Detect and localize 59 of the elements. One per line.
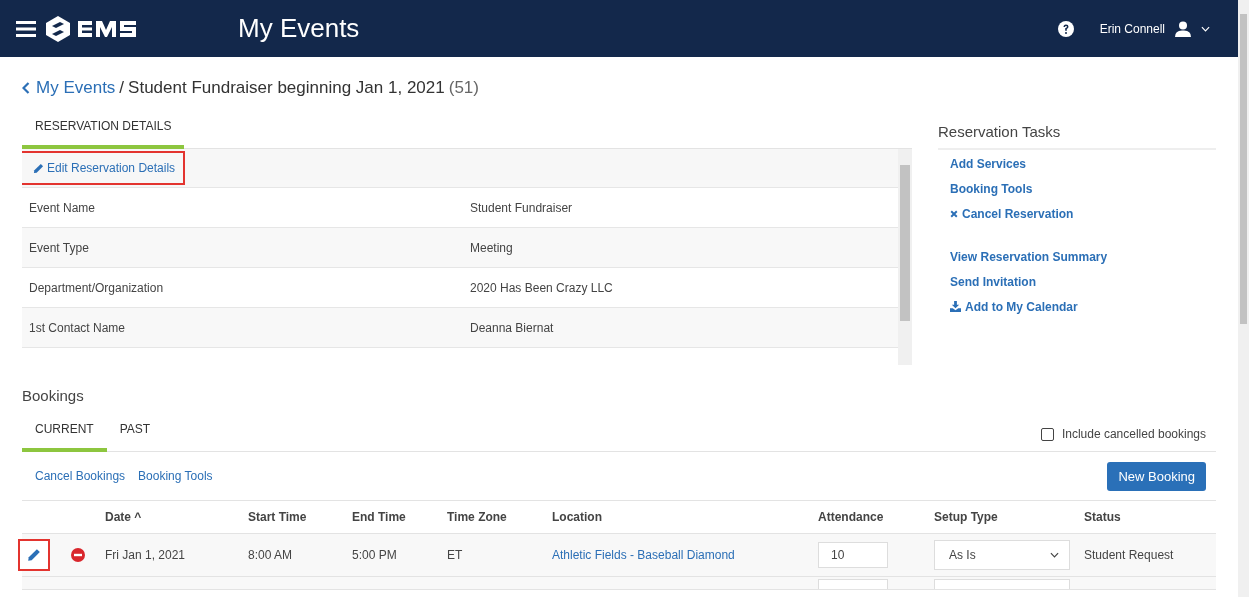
table-cell-text: ET bbox=[447, 548, 464, 562]
new-booking-button[interactable]: New Booking bbox=[1107, 461, 1206, 491]
table-cell-text: 8:00 AM bbox=[248, 548, 294, 562]
pencil-icon[interactable] bbox=[33, 162, 44, 174]
field-value: Student Fundraiser bbox=[470, 200, 573, 215]
page-title: My Events bbox=[238, 13, 360, 44]
chevron-down-icon[interactable] bbox=[1050, 552, 1059, 558]
table-cell-text: Fri Jan 1, 2021 bbox=[105, 548, 187, 562]
pencil-icon[interactable] bbox=[27, 548, 41, 562]
chevron-left-icon[interactable] bbox=[22, 82, 30, 94]
page-scrollbar[interactable] bbox=[1238, 0, 1249, 597]
field-value: Deanna Biernat bbox=[470, 320, 554, 335]
column-header[interactable]: Attendance bbox=[818, 510, 934, 524]
task-link[interactable]: Add to My Calendar bbox=[950, 298, 1204, 315]
help-icon[interactable] bbox=[1057, 20, 1074, 37]
attendance-field[interactable] bbox=[818, 579, 888, 589]
table-cell-text: 5:00 PM bbox=[352, 548, 398, 562]
location-link[interactable]: Athletic Fields - Baseball Diamond bbox=[552, 548, 818, 562]
setup-type-select[interactable]: As Is bbox=[934, 540, 1070, 570]
section-title: Reservation Tasks bbox=[938, 123, 1216, 150]
task-link[interactable]: Add Services bbox=[950, 155, 1204, 172]
column-header[interactable]: Setup Type bbox=[934, 510, 1084, 524]
task-link[interactable]: View Reservation Summary bbox=[950, 248, 1204, 265]
menu-icon[interactable] bbox=[16, 20, 36, 37]
field-label: Department/Organization bbox=[28, 280, 165, 295]
user-name[interactable]: Erin Connell bbox=[1099, 21, 1165, 36]
column-header[interactable]: Time Zone bbox=[447, 510, 552, 524]
download-icon[interactable] bbox=[950, 301, 961, 312]
field-label: Event Name bbox=[28, 200, 97, 215]
task-link[interactable]: Send Invitation bbox=[950, 273, 1204, 290]
close-icon[interactable] bbox=[950, 209, 958, 218]
remove-icon[interactable] bbox=[71, 548, 85, 562]
edit-link[interactable]: Edit Reservation Details bbox=[22, 151, 186, 185]
field-label: 1st Contact Name bbox=[28, 320, 127, 335]
user-icon[interactable] bbox=[1175, 20, 1191, 37]
column-header[interactable]: Date ^ bbox=[105, 510, 248, 524]
field-value: 2020 Has Been Crazy LLC bbox=[470, 280, 613, 295]
breadcrumb-separator: / bbox=[119, 78, 125, 98]
action-link[interactable]: Booking Tools bbox=[138, 469, 213, 483]
breadcrumb-current: Student Fundraiser beginning Jan 1, 2021 bbox=[128, 78, 445, 98]
column-header[interactable]: Start Time bbox=[248, 510, 352, 524]
column-header[interactable]: Status bbox=[1084, 510, 1216, 524]
task-link[interactable]: Cancel Reservation bbox=[950, 205, 1204, 222]
field-value: Meeting bbox=[470, 240, 513, 255]
tab[interactable]: PAST bbox=[106, 414, 164, 452]
field-label: Event Type bbox=[28, 240, 90, 255]
action-link[interactable]: Cancel Bookings bbox=[35, 469, 126, 483]
back-link[interactable]: My Events bbox=[22, 78, 116, 98]
include-cancelled-checkbox[interactable]: Include cancelled bookings bbox=[1040, 427, 1216, 451]
tab[interactable]: CURRENT bbox=[22, 414, 107, 452]
attendance-field[interactable]: 10 bbox=[818, 542, 888, 568]
edit-button[interactable] bbox=[18, 539, 50, 571]
scrollbar[interactable] bbox=[898, 149, 912, 365]
column-header[interactable]: Location bbox=[552, 510, 818, 524]
column-header[interactable]: End Time bbox=[352, 510, 447, 524]
table-cell-text: Student Request bbox=[1084, 548, 1175, 562]
event-count: (51) bbox=[448, 78, 479, 98]
section-title: Bookings bbox=[22, 387, 85, 404]
task-link[interactable]: Booking Tools bbox=[950, 180, 1204, 197]
